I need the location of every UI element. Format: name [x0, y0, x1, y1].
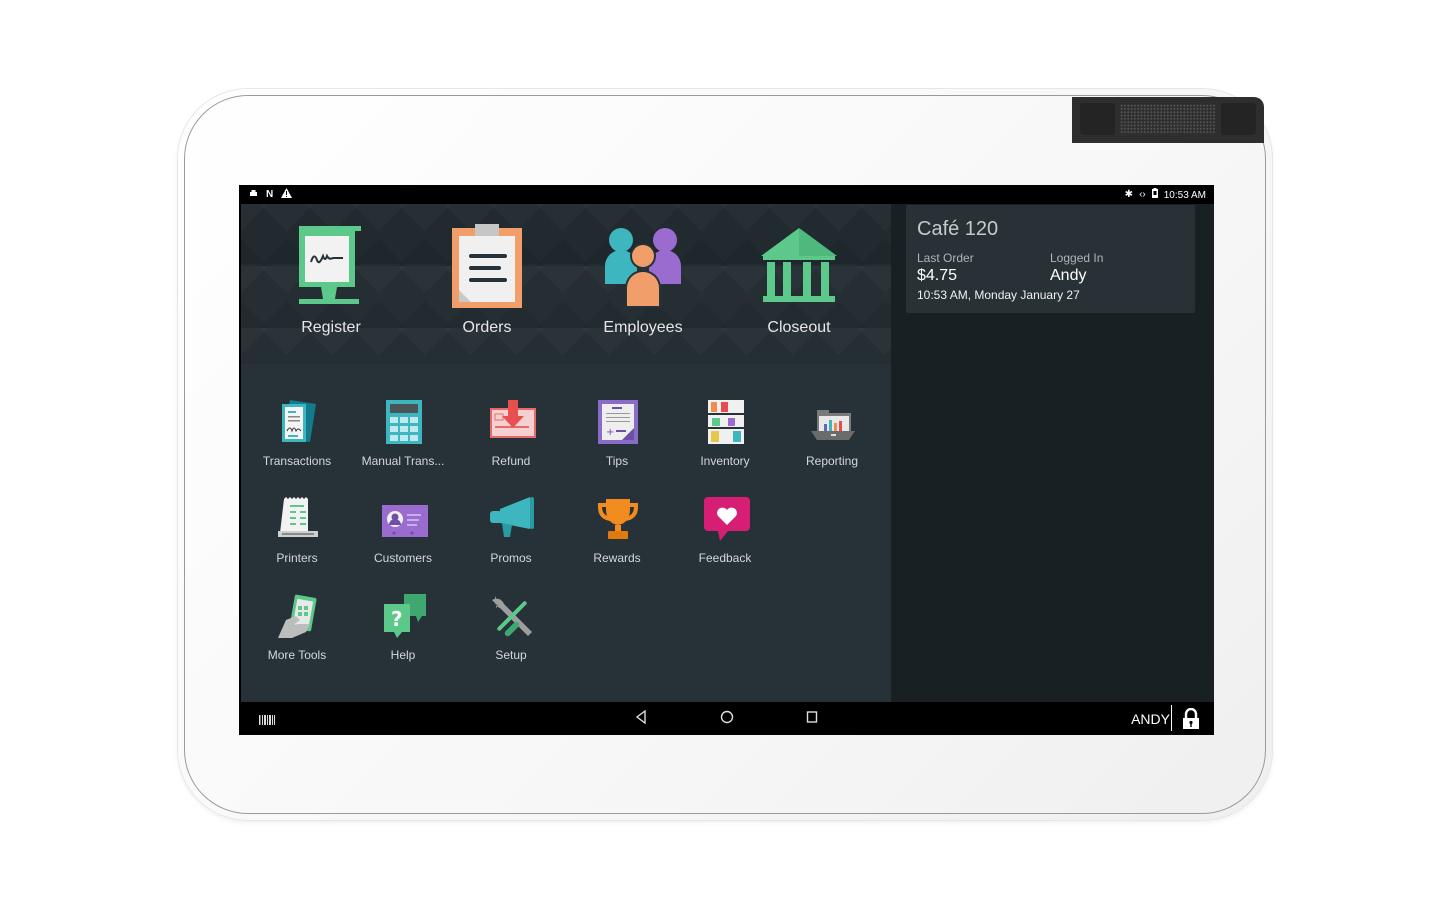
app-help[interactable]: ? Help [353, 592, 453, 677]
screen: N ✱ ‹› 10:53 AM Register Orders Employee… [239, 185, 1214, 735]
refund-card-icon [490, 400, 536, 438]
customer-card-icon [382, 505, 428, 537]
app-label: Refund [491, 454, 531, 468]
recents-icon[interactable] [806, 710, 818, 727]
shelves-icon [708, 400, 744, 444]
nav-divider [1171, 705, 1172, 731]
app-label: Orders [462, 319, 512, 336]
app-label: Feedback [698, 551, 752, 565]
app-label: Reporting [805, 454, 859, 468]
warning-icon [281, 188, 293, 202]
trophy-icon [598, 499, 638, 539]
app-label: Customers [373, 551, 432, 565]
nfc-icon: N [266, 189, 274, 200]
last-order-timestamp: 10:53 AM, Monday January 27 [917, 288, 1080, 302]
app-feedback[interactable]: Feedback [675, 495, 775, 580]
battery-icon [1151, 188, 1158, 202]
app-employees[interactable]: Employees [573, 224, 713, 344]
app-orders[interactable]: Orders [417, 224, 557, 344]
app-closeout[interactable]: Closeout [729, 224, 869, 344]
last-order-value: $4.75 [917, 267, 958, 284]
data-sync-icon: ‹› [1139, 189, 1146, 200]
app-reporting[interactable]: Reporting [782, 398, 882, 483]
megaphone-icon [490, 497, 534, 537]
wrench-screwdriver-icon [492, 596, 532, 637]
status-bar: N ✱ ‹› 10:53 AM [239, 185, 1214, 204]
hand-device-icon [278, 594, 317, 638]
app-label: Setup [495, 648, 527, 662]
app-setup[interactable]: Setup [461, 592, 561, 677]
home-icon[interactable] [720, 710, 734, 727]
tips-sheet-icon: + [598, 400, 638, 444]
app-tips[interactable]: + Tips [567, 398, 667, 483]
report-folder-icon [811, 410, 855, 440]
app-launcher-panel: Register Orders Employees Closeout Trans… [241, 204, 891, 702]
app-inventory[interactable]: Inventory [675, 398, 775, 483]
status-time: 10:53 AM [1163, 189, 1206, 201]
app-label: More Tools [267, 648, 327, 662]
speaker-grill [1120, 104, 1216, 134]
app-label: Printers [276, 551, 318, 565]
logged-in-value: Andy [1050, 267, 1087, 284]
app-label: Closeout [767, 319, 831, 336]
logged-in-label: Logged In [1050, 251, 1104, 265]
calculator-icon [386, 400, 422, 444]
camera-pad-left [1080, 103, 1115, 135]
app-rewards[interactable]: Rewards [567, 495, 667, 580]
app-label: Register [301, 319, 361, 336]
app-label: Tips [605, 454, 629, 468]
current-user[interactable]: ANDY [1131, 711, 1170, 727]
bluetooth-icon: ✱ [1124, 189, 1134, 200]
app-printers[interactable]: Printers [247, 495, 347, 580]
bank-icon [761, 228, 837, 302]
printer-icon [249, 189, 258, 202]
app-label: Employees [603, 319, 683, 336]
lock-icon[interactable] [1182, 707, 1202, 730]
svg-text:?: ? [391, 607, 403, 631]
app-manual-transaction[interactable]: Manual Trans... [353, 398, 453, 483]
clipboard-icon [452, 224, 522, 308]
receipt-printer-icon [278, 497, 318, 537]
app-register[interactable]: Register [261, 224, 401, 344]
featured-apps-section: Register Orders Employees Closeout [241, 204, 891, 364]
app-label: Transactions [262, 454, 332, 468]
app-refund[interactable]: Refund [461, 398, 561, 483]
app-promos[interactable]: Promos [461, 495, 561, 580]
app-label: Help [390, 648, 416, 662]
app-label: Inventory [700, 454, 750, 468]
help-bubble-icon: ? [384, 594, 426, 638]
app-label: Manual Trans... [361, 454, 445, 468]
navigation-bar: ANDY [239, 702, 1214, 735]
people-icon [605, 228, 681, 308]
receipts-icon [282, 400, 316, 442]
last-order-label: Last Order [917, 251, 974, 265]
register-signature-icon [299, 226, 361, 304]
heart-bubble-icon [704, 497, 750, 541]
app-label: Rewards [593, 551, 641, 565]
camera-speaker-bar [1072, 97, 1264, 143]
barcode-icon[interactable] [259, 712, 275, 728]
merchant-name: Café 120 [917, 218, 999, 240]
app-transactions[interactable]: Transactions [247, 398, 347, 483]
app-customers[interactable]: Customers [353, 495, 453, 580]
back-icon[interactable] [635, 709, 647, 727]
app-more-tools[interactable]: More Tools [247, 592, 347, 677]
app-label: Promos [490, 551, 532, 565]
svg-text:+: + [606, 427, 614, 438]
merchant-info-card: Café 120 Last Order $4.75 Logged In Andy… [906, 205, 1195, 313]
camera-pad-right [1221, 103, 1256, 135]
info-panel: Café 120 Last Order $4.75 Logged In Andy… [891, 204, 1214, 702]
